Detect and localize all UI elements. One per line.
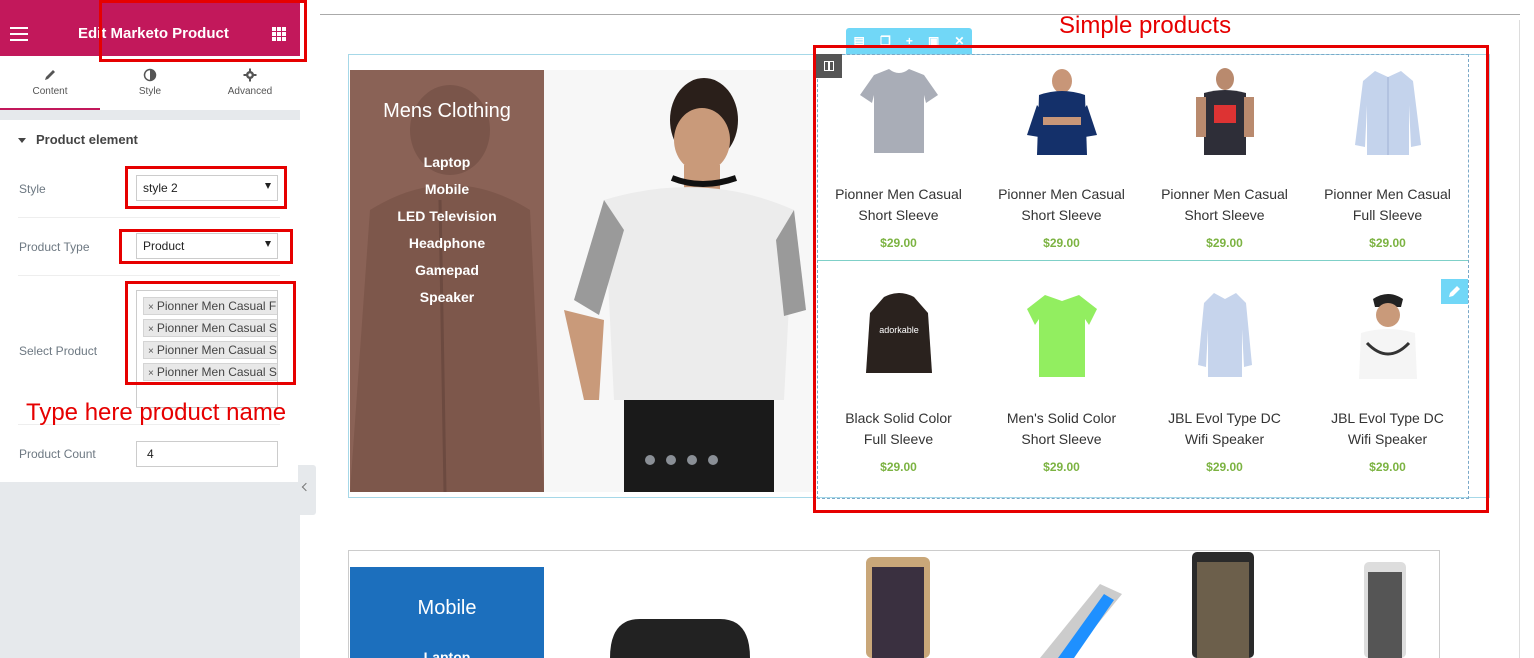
annotation-simple-products: Simple products [1059, 12, 1232, 39]
phone-image[interactable] [1190, 550, 1256, 658]
mobile-banner: Mobile Laptop [350, 567, 544, 658]
banner-link-laptop[interactable]: Laptop [350, 154, 544, 170]
banner-photo [544, 70, 814, 492]
tab-advanced-label: Advanced [227, 86, 273, 97]
banner-link-gamepad[interactable]: Gamepad [350, 262, 544, 278]
tab-style-label: Style [138, 86, 162, 97]
slider-dot[interactable] [708, 455, 718, 465]
tab-content-label: Content [32, 86, 68, 97]
slider-dot[interactable] [687, 455, 697, 465]
tab-style[interactable]: Style [100, 56, 200, 110]
banner-link-headphone[interactable]: Headphone [350, 235, 544, 251]
menu-icon[interactable] [10, 27, 28, 41]
annotation-box [125, 166, 287, 209]
style-label: Style [19, 182, 46, 196]
editor-screen: Edit Marketo Product Content Style Advan… [0, 0, 1534, 658]
panel-tabs: Content Style Advanced [0, 56, 300, 110]
chevron-left-icon [301, 482, 311, 492]
product-count-label: Product Count [19, 447, 96, 461]
slider-dots [645, 455, 718, 465]
phone-image[interactable] [1362, 560, 1408, 658]
select-product-label: Select Product [19, 344, 98, 358]
phone-image[interactable] [600, 615, 760, 658]
mobile-banner-heading: Mobile [417, 597, 477, 619]
tab-advanced[interactable]: Advanced [200, 56, 300, 110]
section-title: Product element [36, 132, 138, 147]
banner-link-led-television[interactable]: LED Television [350, 208, 544, 224]
pencil-icon [45, 70, 55, 80]
jacket-model-image [350, 85, 544, 492]
banner-overlay [350, 70, 544, 492]
mobile-banner-link[interactable]: Laptop [350, 649, 544, 658]
annotation-box [813, 45, 1489, 513]
banner-link-mobile[interactable]: Mobile [350, 181, 544, 197]
product-count-input[interactable]: 4 [136, 441, 278, 467]
caret-down-icon [18, 138, 26, 144]
contrast-icon [143, 68, 157, 82]
banner-heading: Mens Clothing [383, 100, 511, 122]
product-type-label: Product Type [19, 240, 90, 254]
slider-dot[interactable] [645, 455, 655, 465]
canvas-scroll-edge [1519, 20, 1520, 658]
panel-footer-space [0, 482, 300, 658]
phone-image[interactable] [860, 555, 936, 658]
tab-content[interactable]: Content [0, 56, 100, 110]
banner-link-speaker[interactable]: Speaker [350, 289, 544, 305]
gear-icon [243, 68, 257, 82]
section-toggle[interactable]: Product element [18, 132, 138, 147]
phone-image[interactable] [1000, 580, 1125, 658]
collapse-panel-button[interactable] [298, 465, 316, 515]
man-white-tshirt-image [564, 78, 806, 492]
annotation-type-product-name: Type here product name [26, 399, 287, 426]
divider [18, 275, 280, 276]
canvas-top-border [320, 14, 1520, 15]
annotation-box [99, 0, 307, 62]
divider [18, 217, 280, 218]
annotation-box [125, 281, 296, 385]
category-banner: Mens Clothing Laptop Mobile LED Televisi… [350, 70, 814, 492]
annotation-box [119, 229, 293, 264]
slider-dot[interactable] [666, 455, 676, 465]
